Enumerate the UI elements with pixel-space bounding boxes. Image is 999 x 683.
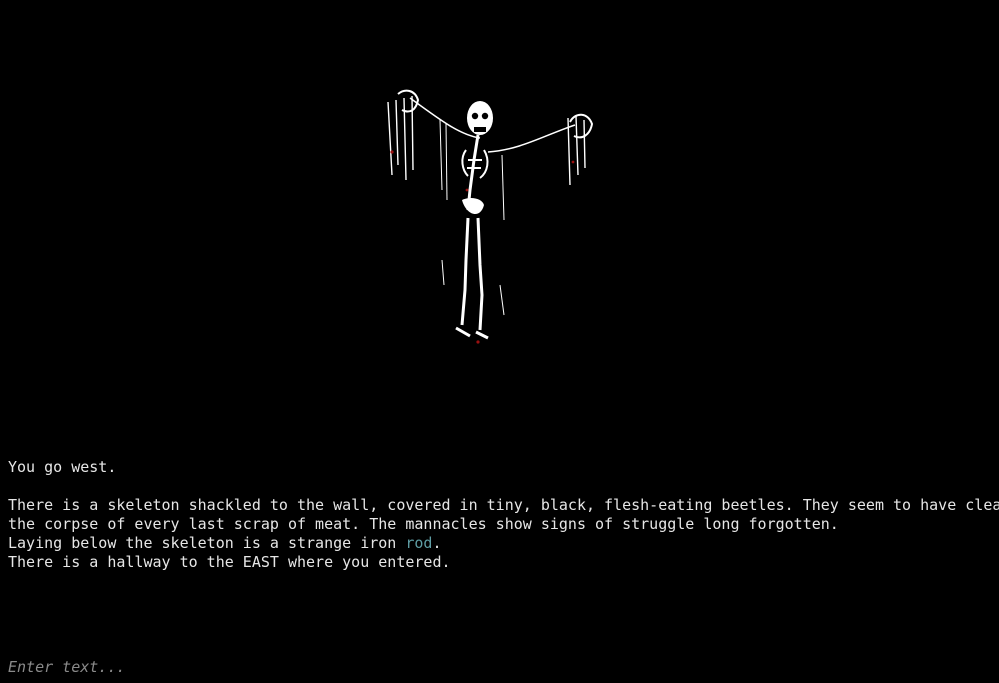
skull-shape <box>467 101 493 135</box>
narration-spacer <box>8 477 993 496</box>
narration-line-2: There is a skeleton shackled to the wall… <box>8 496 999 514</box>
narration-text: You go west. There is a skeleton shackle… <box>8 458 999 572</box>
narration-line-5: There is a hallway to the EAST where you… <box>8 553 451 571</box>
narration-line-4-prefix: Laying below the skeleton is a strange i… <box>8 534 406 552</box>
command-input[interactable] <box>8 656 988 678</box>
left-hand-shape <box>387 89 420 181</box>
skeleton-drawing <box>387 89 594 344</box>
narration-line-1: You go west. <box>8 458 117 476</box>
right-hand-shape <box>567 113 594 186</box>
legs-shape <box>455 217 489 340</box>
skeleton-illustration <box>370 80 610 350</box>
item-keyword-rod: rod <box>405 534 433 552</box>
narration-line-4: Laying below the skeleton is a strange i… <box>8 534 993 553</box>
command-input-row <box>8 656 988 678</box>
drip-streaks <box>439 119 505 316</box>
narration-line-3: the corpse of every last scrap of meat. … <box>8 515 839 533</box>
narration-line-4-suffix: . <box>432 534 442 552</box>
